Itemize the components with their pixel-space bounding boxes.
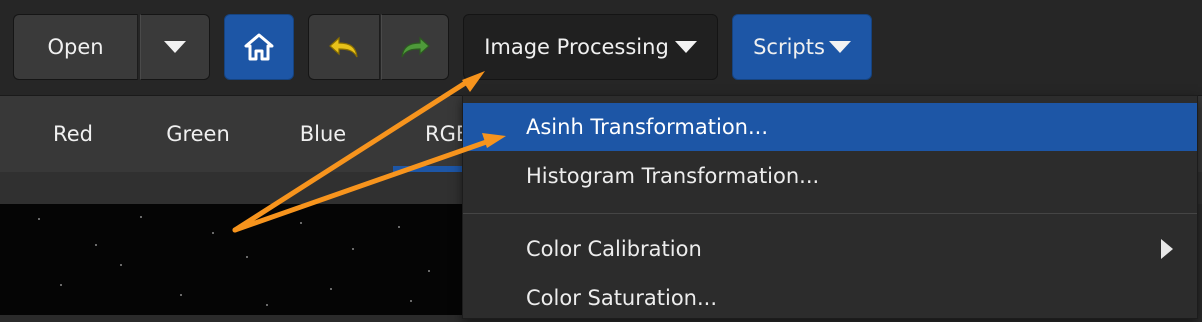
tab-green[interactable]: Green	[150, 96, 246, 172]
home-icon	[244, 33, 274, 61]
menu-item-color-calibration[interactable]: Color Calibration	[463, 225, 1197, 273]
star	[180, 294, 182, 296]
star	[410, 300, 412, 302]
redo-button[interactable]	[381, 14, 449, 80]
tab-label: Green	[166, 122, 230, 146]
chevron-right-icon	[1161, 239, 1173, 259]
tab-blue[interactable]: Blue	[280, 96, 366, 172]
tab-red[interactable]: Red	[30, 96, 116, 172]
open-button[interactable]: Open	[13, 14, 138, 80]
menu-item-label: Histogram Transformation...	[526, 164, 820, 188]
open-label: Open	[47, 35, 104, 59]
image-processing-label: Image Processing	[484, 35, 669, 59]
tab-label: Blue	[299, 122, 347, 146]
chevron-down-icon	[674, 41, 697, 53]
star	[120, 264, 122, 266]
menu-item-asinh-transformation[interactable]: Asinh Transformation...	[463, 103, 1197, 151]
image-viewer[interactable]	[0, 204, 470, 315]
toolbar: Open Image Processing Scripts	[0, 0, 1202, 96]
star	[300, 222, 302, 224]
menu-item-histogram-transformation[interactable]: Histogram Transformation...	[463, 152, 1197, 200]
star	[246, 256, 248, 258]
menu-item-label: Color Saturation...	[526, 286, 717, 310]
undo-icon	[329, 36, 358, 58]
open-dropdown-button[interactable]	[140, 14, 210, 80]
image-processing-dropdown-menu: Asinh Transformation... Histogram Transf…	[462, 95, 1198, 319]
scripts-menu-button[interactable]: Scripts	[732, 14, 872, 80]
image-processing-menu-button[interactable]: Image Processing	[463, 14, 718, 80]
scripts-label: Scripts	[753, 35, 825, 59]
star	[140, 216, 142, 218]
star	[266, 304, 268, 306]
star	[212, 232, 214, 234]
star	[330, 288, 332, 290]
home-button[interactable]	[224, 14, 294, 80]
menu-item-label: Color Calibration	[526, 237, 702, 261]
chevron-down-icon	[164, 41, 186, 53]
star	[398, 226, 400, 228]
menu-item-label: Asinh Transformation...	[526, 115, 769, 139]
star	[38, 218, 40, 220]
menu-separator	[463, 213, 1197, 214]
redo-icon	[401, 36, 430, 58]
star	[60, 284, 62, 286]
tab-label: Red	[53, 122, 93, 146]
chevron-down-icon	[828, 41, 851, 53]
star	[95, 244, 97, 246]
undo-button[interactable]	[308, 14, 380, 80]
star	[428, 270, 430, 272]
star	[352, 248, 354, 250]
